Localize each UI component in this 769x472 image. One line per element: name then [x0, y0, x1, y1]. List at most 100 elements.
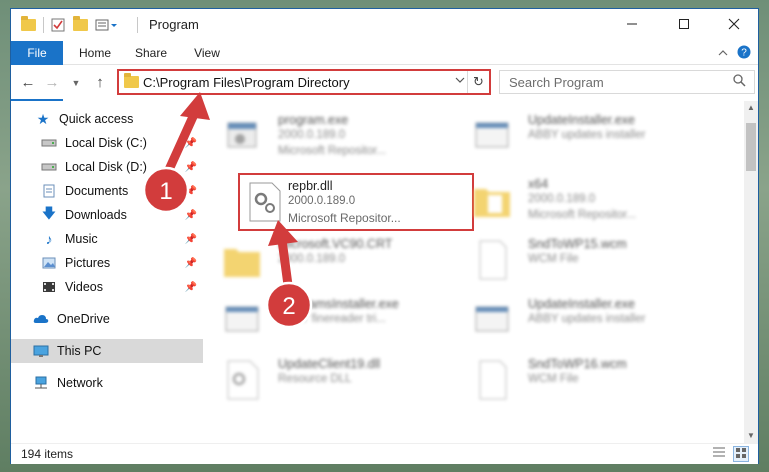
document-icon	[472, 239, 512, 281]
file-item-microsoft-vc90-crt[interactable]: Microsoft.VC90.CRT 2000.0.189.0	[206, 231, 456, 291]
pin-icon[interactable]: 📌	[185, 162, 197, 173]
file-type: WCM File	[528, 253, 579, 265]
file-item-sndtowp16-wcm[interactable]: SndToWP16.wcm WCM File	[456, 351, 706, 411]
file-name: ProgramsInstaller.exe	[278, 297, 399, 311]
file-item-programsinstaller-exe[interactable]: ProgramsInstaller.exe ABBY finereader tr…	[206, 291, 456, 351]
expand-ribbon-icon[interactable]	[717, 45, 729, 61]
music-icon: ♪	[45, 231, 53, 247]
pin-icon[interactable]: 📌	[185, 234, 197, 245]
address-dropdown-icon[interactable]	[455, 75, 465, 88]
explorer-window: Program File Home Share View ? ← → ▼ ↑ C…	[10, 8, 759, 464]
title-bar: Program	[11, 9, 758, 41]
sidebar-item-local-disk-d[interactable]: Local Disk (D:) 📌	[11, 155, 203, 179]
drive-icon	[41, 136, 57, 150]
tab-view[interactable]: View	[185, 41, 229, 65]
sidebar-item-label: This PC	[57, 344, 102, 358]
scroll-down-icon[interactable]: ▼	[744, 429, 758, 443]
folder-icon	[222, 239, 262, 281]
file-item-updateinstaller-exe-2[interactable]: UpdateInstaller.exe ABBY updates install…	[456, 291, 706, 351]
file-item-updateinstaller-exe[interactable]: UpdateInstaller.exe ABBY updates install…	[456, 107, 706, 167]
window-title: Program	[149, 17, 199, 32]
tiles-view-icon[interactable]	[733, 446, 749, 462]
new-folder-icon[interactable]	[73, 16, 88, 33]
sidebar-item-this-pc[interactable]: This PC	[11, 339, 203, 363]
sidebar-item-label: Local Disk (C:)	[65, 136, 147, 150]
search-icon[interactable]	[733, 74, 746, 90]
vertical-scrollbar[interactable]: ▲ ▼	[744, 101, 758, 443]
maximize-button[interactable]	[661, 9, 707, 39]
file-description: ABBY finereader tri...	[278, 313, 386, 325]
computer-icon	[33, 344, 49, 358]
folder-icon	[21, 16, 36, 33]
sidebar-item-onedrive[interactable]: OneDrive	[11, 307, 203, 331]
file-item-updateclient19-dll[interactable]: UpdateClient19.dll Resource DLL	[206, 351, 456, 411]
file-name: UpdateClient19.dll	[278, 357, 381, 371]
up-arrow-icon[interactable]: ↑	[91, 74, 109, 91]
file-name: x64	[528, 177, 549, 191]
file-version: 2000.0.189.0	[528, 193, 596, 205]
sidebar-item-label: OneDrive	[57, 312, 110, 326]
back-arrow-icon[interactable]: ←	[19, 74, 37, 91]
sidebar-item-music[interactable]: ♪ Music 📌	[11, 227, 203, 251]
recent-locations-icon[interactable]: ▼	[67, 78, 85, 88]
navigation-bar: ← → ▼ ↑ C:\Program Files\Program Directo…	[11, 65, 758, 99]
file-name: Microsoft.VC90.CRT	[278, 237, 393, 251]
forward-arrow-icon[interactable]: →	[43, 74, 61, 91]
address-bar[interactable]: C:\Program Files\Program Directory ↻	[117, 69, 491, 95]
ribbon-tabs: File Home Share View ?	[11, 41, 758, 101]
file-item-x64[interactable]: x64 2000.0.189.0 Microsoft Repositor...	[456, 171, 706, 231]
scroll-up-icon[interactable]: ▲	[744, 101, 758, 115]
file-name: UpdateInstaller.exe	[528, 113, 636, 127]
tab-home[interactable]: Home	[73, 41, 117, 65]
sidebar-item-pictures[interactable]: Pictures 📌	[11, 251, 203, 275]
search-input[interactable]: Search Program	[499, 70, 755, 94]
file-name: SndToWP15.wcm	[528, 237, 627, 251]
pin-icon[interactable]: 📌	[185, 186, 197, 197]
close-button[interactable]	[711, 9, 757, 39]
help-icon[interactable]: ?	[737, 44, 751, 60]
file-name: program.exe	[278, 113, 349, 127]
sidebar-item-documents[interactable]: Documents 📌	[11, 179, 203, 203]
sidebar-item-downloads[interactable]: 🡇 Downloads 📌	[11, 203, 203, 227]
sidebar-item-quick-access[interactable]: ★ Quick access	[11, 107, 203, 131]
file-version: 2000.0.189.0	[288, 195, 356, 207]
search-placeholder: Search Program	[509, 75, 604, 90]
file-version: 2000.0.189.0	[278, 129, 346, 141]
scroll-thumb[interactable]	[746, 123, 756, 171]
sidebar-item-label: Network	[57, 376, 103, 390]
pin-icon[interactable]: 📌	[185, 210, 197, 221]
toolbar-divider	[43, 17, 44, 33]
sidebar-item-network[interactable]: Network	[11, 371, 203, 395]
sidebar-item-label: Pictures	[65, 256, 111, 270]
address-path[interactable]: C:\Program Files\Program Directory	[143, 75, 350, 90]
minimize-button[interactable]	[609, 9, 655, 39]
file-name: UpdateInstaller.exe	[528, 297, 636, 311]
address-folder-icon	[124, 73, 139, 88]
customize-toolbar-icon[interactable]	[95, 17, 119, 33]
title-divider	[137, 17, 138, 33]
exe-icon	[472, 299, 512, 341]
sidebar-item-videos[interactable]: Videos 📌	[11, 275, 203, 299]
file-type: WCM File	[528, 373, 579, 385]
refresh-icon[interactable]: ↻	[467, 71, 489, 93]
download-icon: 🡇	[41, 205, 57, 221]
file-item-repbr-dll[interactable]: repbr.dll 2000.0.189.0 Microsoft Reposit…	[238, 173, 474, 231]
pin-icon[interactable]: 📌	[185, 138, 197, 149]
file-item-program-exe[interactable]: program.exe 2000.0.189.0 Microsoft Repos…	[206, 107, 456, 167]
cloud-icon	[33, 312, 49, 326]
details-view-icon[interactable]	[711, 446, 727, 462]
sidebar-item-label: Music	[65, 232, 98, 246]
pin-icon[interactable]: 📌	[185, 258, 197, 269]
dll-gear-icon	[244, 181, 284, 223]
properties-icon[interactable]	[51, 17, 65, 33]
pin-icon[interactable]: 📌	[185, 282, 197, 293]
videos-icon	[41, 280, 57, 294]
file-description: ABBY updates installer	[528, 313, 646, 325]
file-item-sndtowp15-wcm[interactable]: SndToWP15.wcm WCM File	[456, 231, 706, 291]
star-icon: ★	[36, 110, 50, 127]
pictures-icon	[41, 256, 57, 270]
sidebar-item-label: Documents	[65, 184, 129, 198]
tab-share[interactable]: Share	[129, 41, 173, 65]
network-icon	[33, 376, 49, 390]
sidebar-item-local-disk-c[interactable]: Local Disk (C:) 📌	[11, 131, 203, 155]
